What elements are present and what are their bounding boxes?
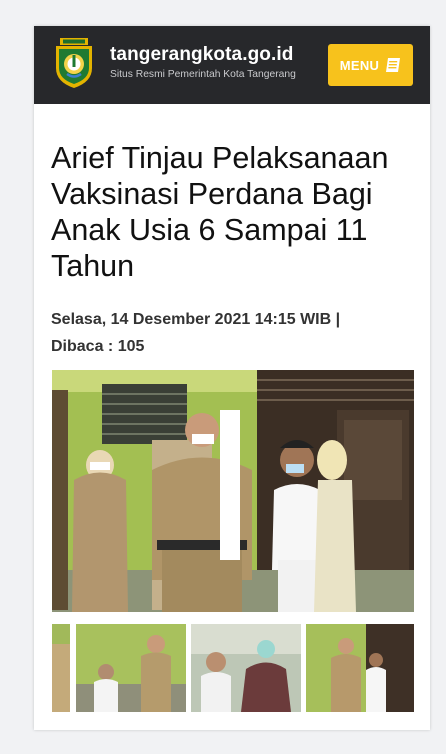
gallery-thumbnail[interactable] — [76, 624, 186, 712]
site-header: tangerangkota.go.id Situs Resmi Pemerint… — [34, 26, 430, 104]
document-lines-icon — [385, 57, 401, 73]
menu-button[interactable]: MENU — [328, 44, 413, 86]
article-card: tangerangkota.go.id Situs Resmi Pemerint… — [34, 26, 430, 730]
photo-gallery — [52, 624, 414, 712]
menu-button-label: MENU — [339, 57, 380, 73]
site-name[interactable]: tangerangkota.go.id — [110, 44, 293, 66]
main-photo[interactable] — [52, 370, 414, 612]
article-date: Selasa, 14 Desember 2021 14:15 WIB | — [51, 311, 341, 328]
site-tagline: Situs Resmi Pemerintah Kota Tangerang — [110, 69, 296, 80]
gallery-thumbnail[interactable] — [191, 624, 301, 712]
article-meta: Selasa, 14 Desember 2021 14:15 WIB | Dib… — [51, 306, 421, 360]
gallery-thumbnail[interactable] — [52, 624, 70, 712]
tangerang-seal-icon[interactable] — [52, 38, 96, 90]
gallery-thumbnail-active[interactable] — [306, 624, 414, 712]
article-views: Dibaca : 105 — [51, 338, 145, 355]
article-title: Arief Tinjau Pelaksanaan Vaksinasi Perda… — [51, 141, 389, 283]
